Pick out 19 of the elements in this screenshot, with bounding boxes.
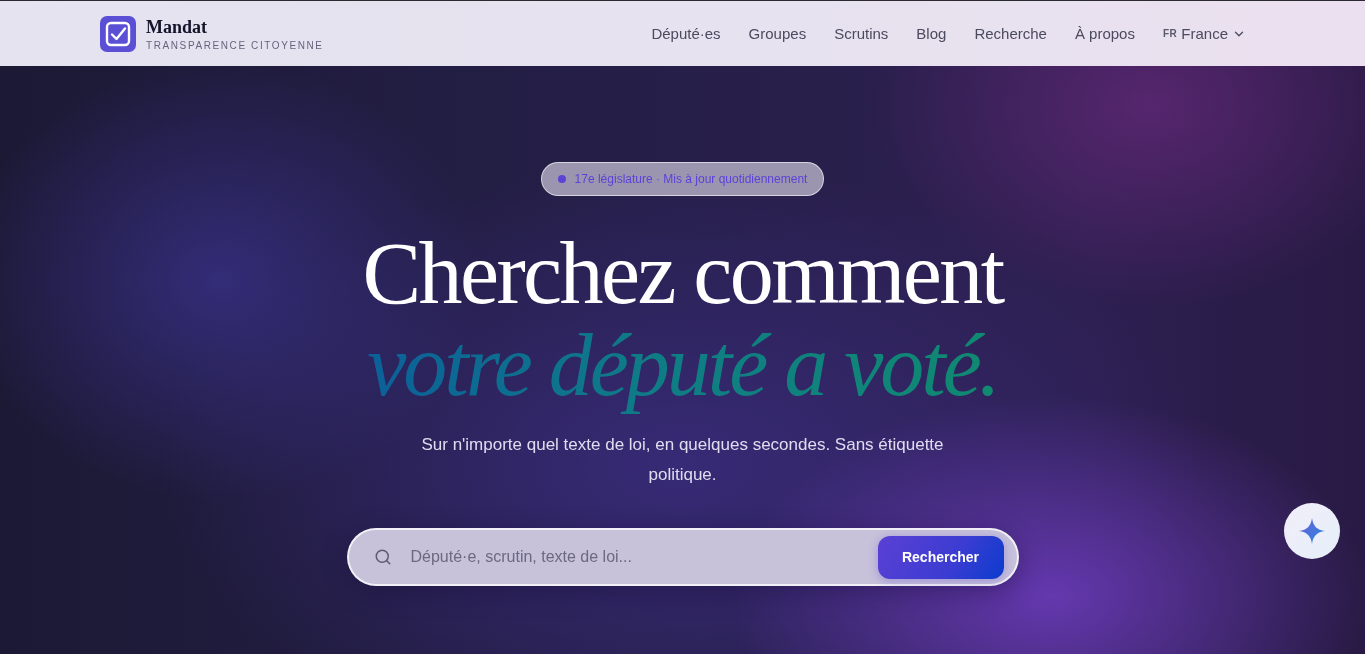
nav-link[interactable]: À propos xyxy=(1074,25,1135,42)
check-square-icon xyxy=(100,15,136,52)
nav-link[interactable]: Recherche xyxy=(974,25,1047,42)
search-field[interactable]: Député·e, scrutin, texte de loi... Rechercher xyxy=(346,528,1019,586)
nav-link[interactable]: Blog xyxy=(916,25,947,42)
brand-name: Mandat xyxy=(146,16,208,37)
search-button[interactable]: Rechercher xyxy=(877,535,1004,579)
brand-tagline: TRANSPARENCE CITOYENNE xyxy=(146,39,324,51)
status-dot-icon xyxy=(557,175,566,183)
assistant-button[interactable] xyxy=(1284,503,1340,559)
hero-subtitle: Sur n'importe quel texte de loi, en quelques secondes. Sans étiquette politique. xyxy=(420,434,945,486)
headline-text: Cherchez comment xyxy=(362,230,1003,318)
language-selector[interactable]: FR France xyxy=(1162,25,1246,42)
badge-text: 17e législature · Mis à jour quotidiennement xyxy=(574,172,808,186)
sparkle-icon xyxy=(1299,518,1325,544)
nav-link[interactable]: Député·es xyxy=(651,25,721,42)
nav-link[interactable]: Scrutins xyxy=(834,25,889,42)
nav-link[interactable]: Groupes xyxy=(748,25,807,42)
search-icon xyxy=(373,548,392,566)
